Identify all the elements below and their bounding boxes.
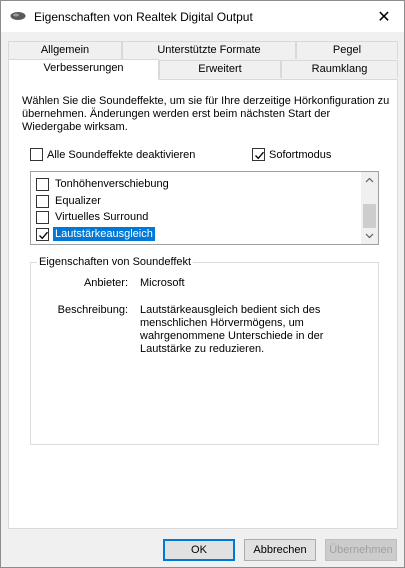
checkbox-label: Sofortmodus [269,148,332,161]
tab-unterstuetzte-formate[interactable]: Unterstützte Formate [122,41,296,59]
tab-label: Allgemein [40,44,90,56]
provider-value: Microsoft [140,277,185,289]
effect-description: Lautstärkeausgleich bedient sich des men… [140,304,370,356]
apply-button[interactable]: Übernehmen [325,539,397,561]
effect-item-loudness-equalization[interactable]: Lautstärkeausgleich [36,226,155,242]
tab-verbesserungen[interactable]: Verbesserungen [8,59,159,80]
ok-button[interactable]: OK [163,539,235,561]
scroll-thumb[interactable] [363,204,376,228]
description-line: menschlichen Hörvermögens, um [140,317,304,329]
tab-label: Verbesserungen [43,62,124,74]
tab-label: Raumklang [311,63,368,75]
effect-label: Tonhöhenverschiebung [55,178,169,190]
checkbox-box[interactable] [252,148,265,161]
checkbox-box[interactable] [36,177,49,191]
effect-item-equalizer[interactable]: Equalizer [36,193,103,209]
tab-allgemein[interactable]: Allgemein [8,41,122,59]
scroll-down-button[interactable] [361,228,378,244]
effects-list[interactable]: Tonhöhenverschiebung Equalizer Virtuelle… [30,171,379,245]
tab-raumklang[interactable]: Raumklang [281,60,398,78]
effect-item-pitch-shift[interactable]: Tonhöhenverschiebung [36,176,171,192]
effect-label: Lautstärkeausgleich [53,227,155,241]
description-line: Lautstärkeausgleich bedient sich des [140,304,321,316]
checkbox-box[interactable] [36,194,49,208]
chevron-up-icon [365,177,374,183]
checkbox-box[interactable] [36,227,49,241]
properties-dialog: Eigenschaften von Realtek Digital Output… [0,0,405,568]
provider-label: Anbieter: [83,277,128,289]
checkbox-box[interactable] [36,210,49,224]
checkbox-box[interactable] [30,148,43,161]
tab-label: Erweitert [198,63,242,75]
effect-item-virtual-surround[interactable]: Virtuelles Surround [36,209,150,225]
close-button[interactable]: ✕ [364,1,404,32]
list-scrollbar[interactable] [361,172,378,244]
effect-label: Virtuelles Surround [55,211,149,223]
disable-all-effects-checkbox[interactable]: Alle Soundeffekte deaktivieren [30,148,195,161]
chevron-down-icon [365,233,374,239]
checkmark-icon [39,231,48,239]
immediate-mode-checkbox[interactable]: Sofortmodus [252,148,331,161]
speaker-icon [10,12,26,20]
tab-label: Pegel [332,44,362,56]
cancel-button[interactable]: Abbrechen [244,539,316,561]
window-title: Eigenschaften von Realtek Digital Output [34,10,253,24]
title-bar[interactable]: Eigenschaften von Realtek Digital Output… [1,1,404,32]
scroll-up-button[interactable] [361,172,378,188]
tab-pegel[interactable]: Pegel [296,41,398,59]
tab-erweitert[interactable]: Erweitert [159,60,281,78]
effect-label: Equalizer [55,195,101,207]
description-line: Lautstärke zu reduzieren. [140,343,265,355]
description-line: wahrgenommene Unterschiede in der [140,330,324,342]
close-icon: ✕ [377,8,391,26]
group-title: Eigenschaften von Soundeffekt [37,256,194,268]
description-label: Beschreibung: [57,304,128,316]
checkmark-icon [255,151,264,160]
tab-label: Unterstützte Formate [157,44,261,56]
checkbox-label: Alle Soundeffekte deaktivieren [47,148,196,161]
panel-description: Wählen Sie die Soundeffekte, um sie für … [22,95,390,133]
